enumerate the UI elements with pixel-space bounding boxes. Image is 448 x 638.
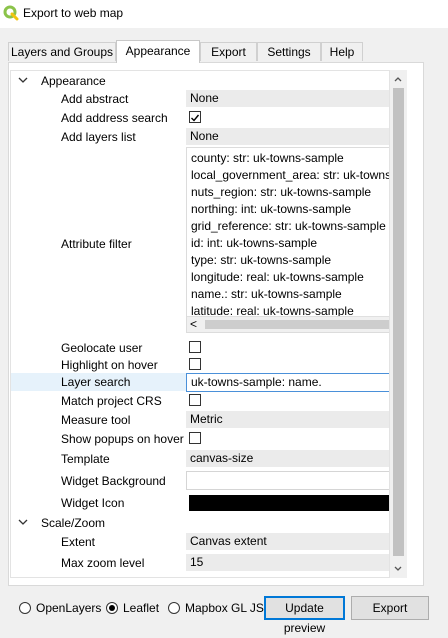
- mapbox-gl-js-radio-label[interactable]: Mapbox GL JS: [185, 601, 264, 615]
- tab-export[interactable]: Export: [200, 42, 257, 61]
- max-zoom-level-dropdown[interactable]: 15: [186, 554, 389, 571]
- match-project-crs-label: Match project CRS: [61, 394, 162, 408]
- chevron-down-icon[interactable]: [17, 516, 29, 528]
- section-label: Scale/Zoom: [41, 516, 106, 530]
- match-project-crs-checkbox[interactable]: [189, 394, 201, 406]
- scrollbar-thumb[interactable]: [205, 320, 389, 329]
- mapbox-gl-js-radio[interactable]: [168, 602, 180, 614]
- property-tree: Appearance Add abstract None Add address…: [10, 70, 390, 578]
- add-address-search-label: Add address search: [61, 111, 168, 125]
- export-button[interactable]: Export: [351, 596, 429, 620]
- openlayers-radio-label[interactable]: OpenLayers: [36, 601, 101, 615]
- section-scale-zoom[interactable]: Scale/Zoom: [11, 514, 387, 532]
- list-item[interactable]: northing: int: uk-towns-sample: [191, 201, 351, 218]
- tab-layers-and-groups[interactable]: Layers and Groups: [8, 42, 116, 61]
- extent-label: Extent: [61, 535, 96, 549]
- list-item[interactable]: county: str: uk-towns-sample: [191, 150, 344, 167]
- horizontal-scrollbar[interactable]: <: [187, 316, 389, 332]
- highlight-on-hover-label: Highlight on hover: [61, 358, 158, 372]
- attribute-filter-list[interactable]: county: str: uk-towns-sample local_gover…: [186, 147, 389, 333]
- widget-background-color-button[interactable]: [186, 471, 389, 490]
- window-title: Export to web map: [23, 6, 124, 20]
- bottom-bar: OpenLayers Leaflet Mapbox GL JS Update p…: [0, 596, 448, 635]
- highlight-on-hover-checkbox[interactable]: [189, 358, 201, 370]
- list-item[interactable]: nuts_region: str: uk-towns-sample: [191, 184, 371, 201]
- chevron-up-icon[interactable]: [392, 73, 404, 85]
- measure-tool-dropdown[interactable]: Metric: [186, 411, 389, 428]
- leaflet-radio-label[interactable]: Leaflet: [123, 601, 159, 615]
- add-layers-list-label: Add layers list: [61, 130, 136, 144]
- add-layers-list-dropdown[interactable]: None: [186, 128, 389, 145]
- openlayers-radio[interactable]: [19, 602, 31, 614]
- list-item[interactable]: name.: str: uk-towns-sample: [191, 286, 342, 303]
- extent-dropdown[interactable]: Canvas extent: [186, 533, 389, 550]
- show-popups-on-hover-label: Show popups on hover: [61, 432, 184, 446]
- geolocate-user-checkbox[interactable]: [189, 341, 201, 353]
- list-item[interactable]: grid_reference: str: uk-towns-sample: [191, 218, 386, 235]
- title-bar: Export to web map: [0, 0, 448, 28]
- scroll-left-arrow-icon[interactable]: <: [190, 317, 202, 332]
- layer-search-label: Layer search: [61, 375, 131, 389]
- vertical-scrollbar[interactable]: [390, 70, 407, 578]
- leaflet-radio[interactable]: [106, 602, 118, 614]
- list-item[interactable]: longitude: real: uk-towns-sample: [191, 269, 364, 286]
- geolocate-user-label: Geolocate user: [61, 341, 143, 355]
- update-preview-button[interactable]: Update preview: [264, 596, 345, 635]
- section-appearance[interactable]: Appearance: [11, 72, 387, 90]
- tab-help[interactable]: Help: [321, 42, 363, 61]
- chevron-down-icon[interactable]: [17, 74, 29, 86]
- widget-icon-color-button[interactable]: [189, 495, 389, 511]
- measure-tool-label: Measure tool: [61, 413, 131, 427]
- layer-search-dropdown[interactable]: uk-towns-sample: name.: [186, 373, 389, 392]
- scrollbar-thumb[interactable]: [393, 88, 404, 556]
- list-item[interactable]: id: int: uk-towns-sample: [191, 235, 317, 252]
- add-abstract-label: Add abstract: [61, 92, 129, 106]
- qgis-logo-icon: [3, 5, 19, 21]
- max-zoom-level-label: Max zoom level: [61, 556, 145, 570]
- widget-background-label: Widget Background: [61, 474, 166, 488]
- list-item[interactable]: type: str: uk-towns-sample: [191, 252, 331, 269]
- tab-settings[interactable]: Settings: [257, 42, 321, 61]
- widget-icon-label: Widget Icon: [61, 496, 125, 510]
- section-label: Appearance: [41, 74, 106, 88]
- add-address-search-checkbox[interactable]: [189, 111, 201, 123]
- add-abstract-dropdown[interactable]: None: [186, 90, 389, 107]
- template-dropdown[interactable]: canvas-size: [186, 450, 389, 467]
- show-popups-on-hover-checkbox[interactable]: [189, 432, 201, 444]
- tab-appearance[interactable]: Appearance: [116, 40, 200, 63]
- chevron-down-icon[interactable]: [392, 563, 404, 575]
- list-item[interactable]: local_government_area: str: uk-towns-sam…: [191, 167, 389, 184]
- attribute-filter-label: Attribute filter: [61, 237, 132, 251]
- template-label: Template: [61, 452, 110, 466]
- checkmark-icon: [191, 114, 200, 122]
